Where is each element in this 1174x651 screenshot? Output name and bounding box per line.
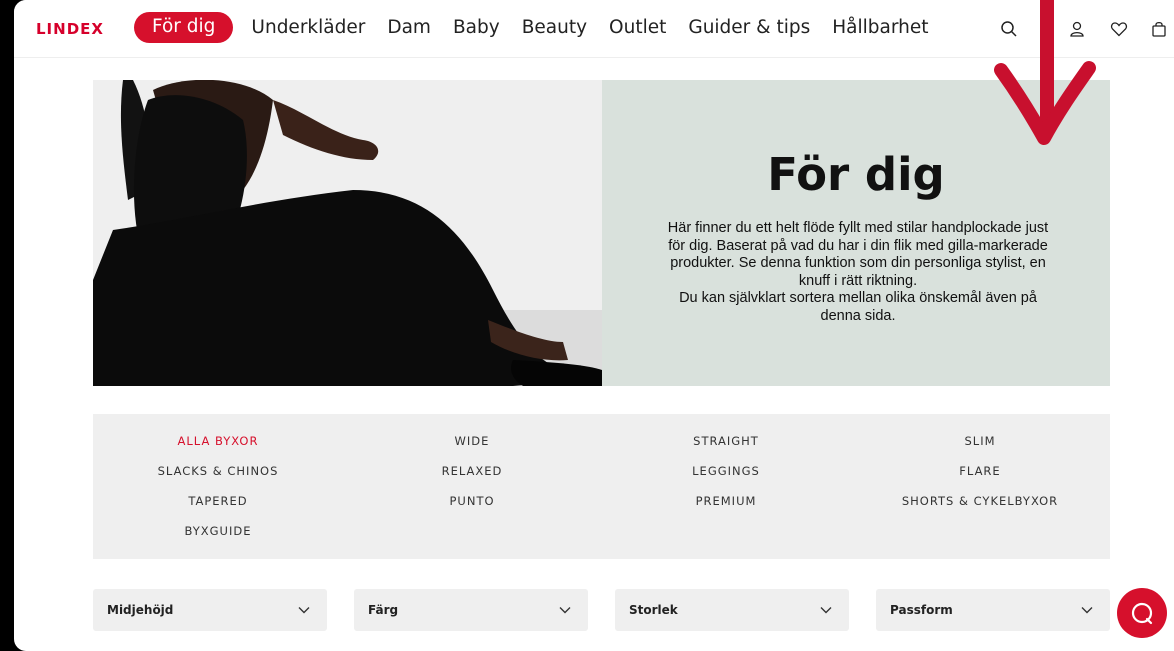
chat-icon <box>1131 602 1153 625</box>
nav-item-hallbarhet[interactable]: Hållbarhet <box>832 17 928 38</box>
nav-item-beauty[interactable]: Beauty <box>522 17 587 38</box>
category-slacks-chinos[interactable]: SLACKS & CHINOS <box>93 464 343 478</box>
nav-item-dam[interactable]: Dam <box>387 17 431 38</box>
nav-item-baby[interactable]: Baby <box>453 17 500 38</box>
category-byxguide[interactable]: BYXGUIDE <box>93 524 343 538</box>
filter-passform[interactable]: Passform <box>876 589 1110 631</box>
chat-button[interactable] <box>1117 588 1167 638</box>
category-leggings[interactable]: LEGGINGS <box>601 464 851 478</box>
hero-image <box>93 80 602 386</box>
nav-item-underklader[interactable]: Underkläder <box>251 17 365 38</box>
chevron-down-icon <box>558 603 572 617</box>
hero-panel: För dig Här finner du ett helt flöde fyl… <box>602 80 1110 386</box>
category-relaxed[interactable]: RELAXED <box>347 464 597 478</box>
nav-item-guider-tips[interactable]: Guider & tips <box>688 17 810 38</box>
lindex-logo[interactable]: LINDEX <box>36 20 104 38</box>
bag-icon[interactable] <box>1150 20 1168 38</box>
category-flare[interactable]: FLARE <box>855 464 1105 478</box>
category-slim[interactable]: SLIM <box>855 434 1105 448</box>
site-header: LINDEX För dig Underkläder Dam Baby Beau… <box>14 0 1174 58</box>
chevron-down-icon <box>1080 603 1094 617</box>
category-wide[interactable]: WIDE <box>347 434 597 448</box>
nav-item-outlet[interactable]: Outlet <box>609 17 666 38</box>
category-alla-byxor[interactable]: ALLA BYXOR <box>93 434 343 448</box>
heart-icon[interactable] <box>1110 20 1128 38</box>
search-icon[interactable] <box>1000 20 1018 38</box>
filter-label: Färg <box>368 603 399 617</box>
filter-label: Passform <box>890 603 953 617</box>
chevron-down-icon <box>819 603 833 617</box>
hero-description: Här finner du ett helt flöde fyllt med s… <box>667 220 1049 324</box>
filter-label: Midjehöjd <box>107 603 174 617</box>
chevron-down-icon <box>297 603 311 617</box>
category-punto[interactable]: PUNTO <box>347 494 597 508</box>
filter-farg[interactable]: Färg <box>354 589 588 631</box>
filter-label: Storlek <box>629 603 678 617</box>
category-shorts-cykelbyxor[interactable]: SHORTS & CYKELBYXOR <box>855 494 1105 508</box>
filter-midjehojd[interactable]: Midjehöjd <box>93 589 327 631</box>
category-tapered[interactable]: TAPERED <box>93 494 343 508</box>
main-nav: För dig Underkläder Dam Baby Beauty Outl… <box>134 12 951 43</box>
category-grid: ALLA BYXOR WIDE STRAIGHT SLIM SLACKS & C… <box>93 414 1110 559</box>
filter-storlek[interactable]: Storlek <box>615 589 849 631</box>
account-icon[interactable] <box>1068 20 1086 38</box>
hero-title: För dig <box>767 148 945 201</box>
nav-item-for-dig[interactable]: För dig <box>134 12 234 43</box>
header-icons <box>1000 20 1174 38</box>
category-premium[interactable]: PREMIUM <box>601 494 851 508</box>
page: LINDEX För dig Underkläder Dam Baby Beau… <box>14 0 1174 651</box>
category-straight[interactable]: STRAIGHT <box>601 434 851 448</box>
